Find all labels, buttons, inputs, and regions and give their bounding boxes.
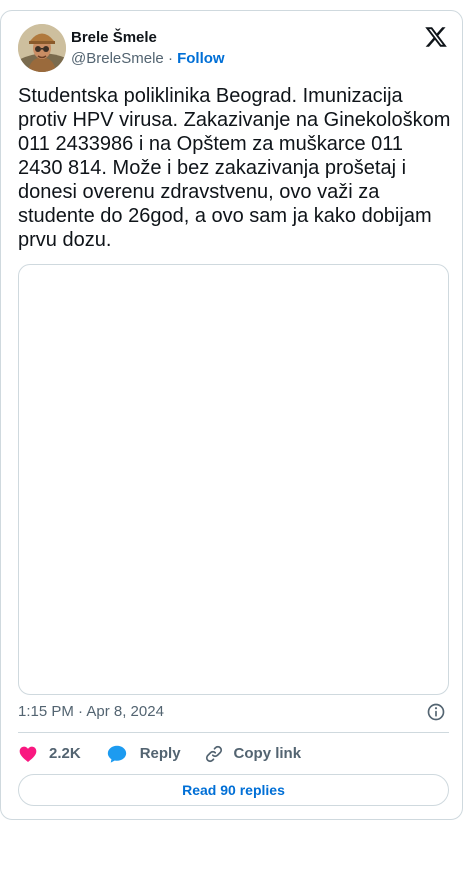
copy-link-button[interactable]: Copy link: [204, 744, 302, 764]
divider: [18, 732, 449, 733]
author-name[interactable]: Brele Šmele: [71, 28, 157, 48]
reply-label: Reply: [139, 745, 181, 762]
like-count: 2.2K: [49, 745, 81, 762]
tweet-card: Brele Šmele @BreleSmele · Follow Student…: [0, 10, 463, 820]
tweet-timestamp[interactable]: 1:15 PM · Apr 8, 2024: [18, 702, 164, 722]
reply-button[interactable]: Reply: [106, 743, 181, 765]
follow-link[interactable]: Follow: [177, 50, 225, 67]
avatar-image: [18, 24, 66, 72]
info-icon[interactable]: [426, 702, 446, 722]
separator-dot: ·: [167, 50, 173, 67]
x-logo-icon[interactable]: [424, 25, 448, 49]
author-handle[interactable]: @BreleSmele: [71, 50, 164, 67]
avatar[interactable]: [18, 24, 66, 72]
media-placeholder[interactable]: [18, 264, 449, 695]
heart-icon: [19, 746, 37, 762]
speech-bubble-icon: [107, 745, 126, 763]
tweet-text: Studentska poliklinika Beograd. Imunizac…: [18, 85, 451, 251]
tweet-actions: 2.2K Reply Copy link: [18, 742, 301, 766]
copy-link-label: Copy link: [233, 745, 302, 762]
read-replies-button[interactable]: Read 90 replies: [18, 774, 449, 806]
link-icon: [205, 745, 222, 763]
author-handle-row: @BreleSmele · Follow: [71, 49, 225, 69]
like-button[interactable]: 2.2K: [18, 744, 81, 764]
